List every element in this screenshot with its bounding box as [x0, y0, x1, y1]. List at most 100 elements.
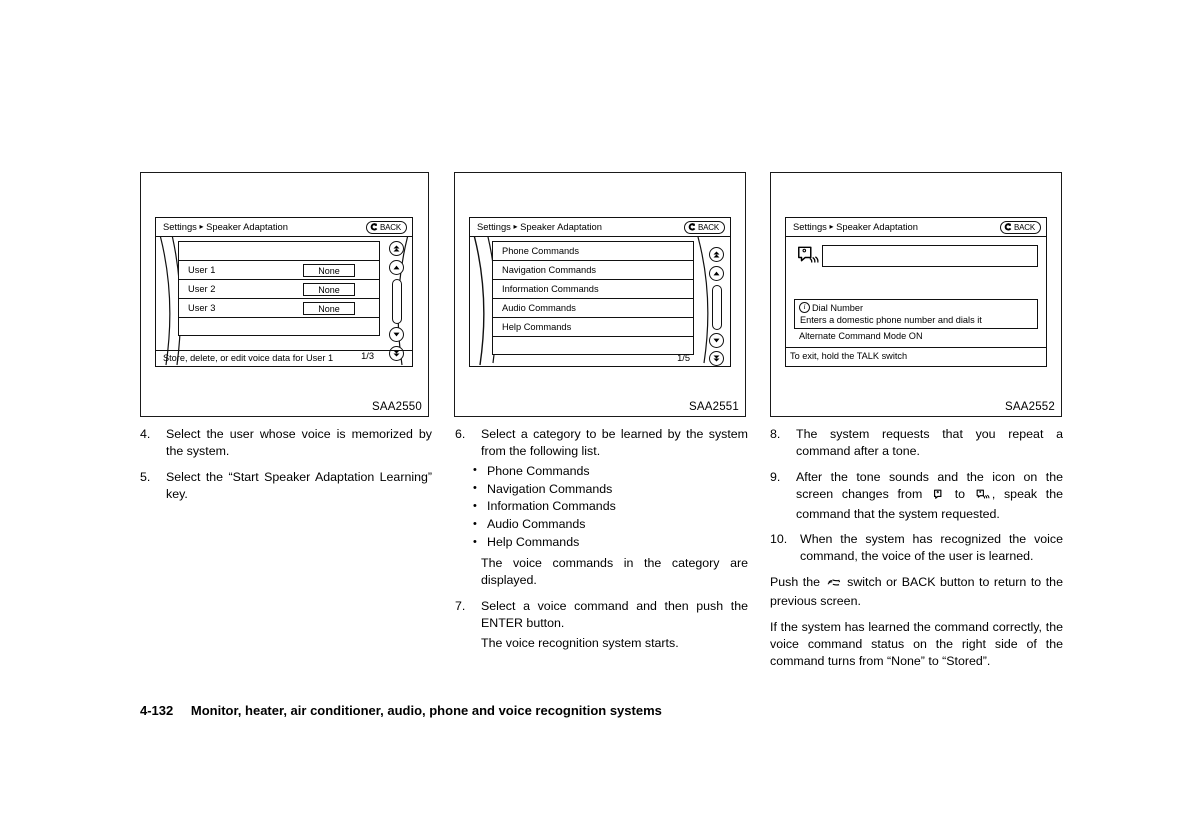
- back-button[interactable]: BACK: [1000, 220, 1041, 234]
- status-bar: Store, delete, or edit voice data for Us…: [156, 350, 412, 366]
- step-8: 8. The system requests that you repeat a…: [770, 426, 1063, 461]
- breadcrumb: Settings ▸ Speaker Adaptation: [793, 221, 918, 232]
- list-item: Navigation Commands: [473, 480, 748, 499]
- figure-code: SAA2551: [689, 401, 739, 413]
- screen-title-bar: Settings ▸ Speaker Adaptation BACK: [156, 218, 412, 237]
- breadcrumb-separator-icon: ▸: [829, 222, 834, 231]
- back-button[interactable]: BACK: [366, 220, 407, 234]
- step-text: Select a category to be learned by the s…: [481, 427, 748, 459]
- list-item[interactable]: Audio Commands: [492, 298, 694, 317]
- scrollbar-thumb[interactable]: [711, 285, 722, 330]
- step-text: The system requests that you repeat a co…: [796, 427, 1063, 459]
- screen-title-bar: Settings ▸ Speaker Adaptation BACK: [470, 218, 730, 237]
- footer-title: Monitor, heater, air conditioner, audio,…: [190, 703, 662, 718]
- user-label: User 2: [188, 284, 216, 294]
- user-label: User 3: [188, 303, 216, 313]
- back-arrow-icon: [1004, 223, 1012, 231]
- page-number: 4-132: [140, 703, 174, 718]
- double-down-arrow-icon[interactable]: [709, 351, 724, 366]
- scroll-controls: [706, 241, 728, 366]
- up-arrow-icon[interactable]: [389, 260, 404, 275]
- figure-code: SAA2550: [372, 401, 422, 413]
- voice-recognition-screen: Settings ▸ Speaker Adaptation BACK i Dia…: [785, 217, 1047, 367]
- status-text: Store, delete, or edit voice data for Us…: [163, 353, 334, 363]
- instruction-column-1: 4. Select the user whose voice is memori…: [140, 426, 432, 512]
- table-row[interactable]: User 3 None: [178, 298, 380, 317]
- list-item[interactable]: Phone Commands: [492, 241, 694, 260]
- nav-screen-user-list: Settings ▸ Speaker Adaptation BACK User …: [155, 217, 413, 367]
- table-row[interactable]: User 2 None: [178, 279, 380, 298]
- mic-idle-icon: [933, 488, 944, 505]
- page-indicator: 1/5: [677, 353, 690, 363]
- breadcrumb-current: Speaker Adaptation: [206, 221, 288, 232]
- breadcrumb-root: Settings: [477, 221, 511, 232]
- step-10: 10. When the system has recognized the v…: [770, 531, 1063, 566]
- command-info-box: i Dial Number Enters a domestic phone nu…: [794, 299, 1038, 329]
- step-7-note: The voice recognition system starts.: [481, 636, 679, 651]
- up-arrow-icon[interactable]: [709, 266, 724, 281]
- breadcrumb-separator-icon: ▸: [513, 222, 518, 231]
- alternate-command-mode-label: Alternate Command Mode ON: [799, 331, 923, 341]
- paragraph-text-a: Push the: [770, 574, 821, 589]
- status-badge: None: [303, 282, 355, 296]
- double-up-arrow-icon[interactable]: [389, 241, 404, 256]
- list-item[interactable]: Help Commands: [492, 317, 694, 336]
- step-7: 7. Select a voice command and then push …: [455, 598, 748, 633]
- down-arrow-icon[interactable]: [389, 327, 404, 342]
- breadcrumb-root: Settings: [163, 221, 197, 232]
- scrollbar-thumb[interactable]: [391, 279, 402, 324]
- figure-saa2551: Settings ▸ Speaker Adaptation BACK Phone…: [454, 172, 746, 417]
- status-badge: None: [303, 301, 355, 315]
- list-item: Phone Commands: [473, 462, 748, 481]
- nav-screen-category-list: Settings ▸ Speaker Adaptation BACK Phone…: [469, 217, 731, 367]
- breadcrumb: Settings ▸ Speaker Adaptation: [477, 221, 602, 232]
- user-list: User 1 None User 2 None User 3 None: [178, 241, 380, 336]
- breadcrumb-root: Settings: [793, 221, 827, 232]
- command-description: Enters a domestic phone number and dials…: [800, 315, 982, 325]
- mic-listening-icon: [976, 488, 990, 505]
- list-item[interactable]: Information Commands: [492, 279, 694, 298]
- figure-saa2550: Settings ▸ Speaker Adaptation BACK User …: [140, 172, 429, 417]
- back-arrow-icon: [688, 223, 696, 231]
- step-number: 5.: [140, 469, 151, 484]
- step-text: Select the “Start Speaker Adaptation Lea…: [166, 469, 432, 502]
- breadcrumb-separator-icon: ▸: [199, 222, 204, 231]
- screen-body: i Dial Number Enters a domestic phone nu…: [786, 237, 1046, 366]
- exit-hint-bar: To exit, hold the TALK switch: [786, 347, 1046, 364]
- user-label: User 1: [188, 265, 216, 275]
- talk-switch-icon: [827, 576, 841, 593]
- list-item-label: Audio Commands: [502, 303, 576, 313]
- step-number: 4.: [140, 427, 151, 441]
- figure-code: SAA2552: [1005, 401, 1055, 413]
- back-button[interactable]: BACK: [684, 220, 725, 234]
- list-item-label: Phone Commands: [502, 246, 579, 256]
- list-item: Audio Commands: [473, 516, 748, 534]
- back-arrow-icon: [370, 223, 378, 231]
- step-number: 9.: [770, 469, 781, 484]
- list-row-blank-bottom: [492, 336, 694, 355]
- step-9: 9. After the tone sounds and the icon on…: [770, 469, 1063, 523]
- voice-input-field[interactable]: [822, 245, 1038, 267]
- page-footer: 4-132 Monitor, heater, air conditioner, …: [140, 703, 662, 718]
- down-arrow-icon[interactable]: [709, 333, 724, 348]
- back-button-label: BACK: [698, 222, 719, 232]
- step-number: 8.: [770, 427, 781, 441]
- figure-saa2552: Settings ▸ Speaker Adaptation BACK i Dia…: [770, 172, 1062, 417]
- step-number: 6.: [455, 427, 466, 441]
- list-row-blank-top: [178, 241, 380, 260]
- back-button-label: BACK: [380, 222, 401, 232]
- command-title: Dial Number: [812, 302, 864, 313]
- step-4: 4. Select the user whose voice is memori…: [140, 426, 432, 461]
- step-6-note: The voice commands in the category are d…: [481, 555, 748, 588]
- double-up-arrow-icon[interactable]: [709, 247, 724, 262]
- speaking-face-icon: [796, 245, 819, 267]
- list-item[interactable]: Navigation Commands: [492, 260, 694, 279]
- step-number: 10.: [770, 532, 788, 547]
- step-5: 5. Select the “Start Speaker Adaptation …: [140, 469, 432, 504]
- command-info-title-row: i Dial Number: [799, 302, 863, 313]
- table-row[interactable]: User 1 None: [178, 260, 380, 279]
- screen-body: Phone Commands Navigation Commands Infor…: [470, 237, 730, 366]
- list-item: Help Commands: [473, 534, 748, 552]
- list-row-blank-bottom: [178, 317, 380, 336]
- breadcrumb-current: Speaker Adaptation: [520, 221, 602, 232]
